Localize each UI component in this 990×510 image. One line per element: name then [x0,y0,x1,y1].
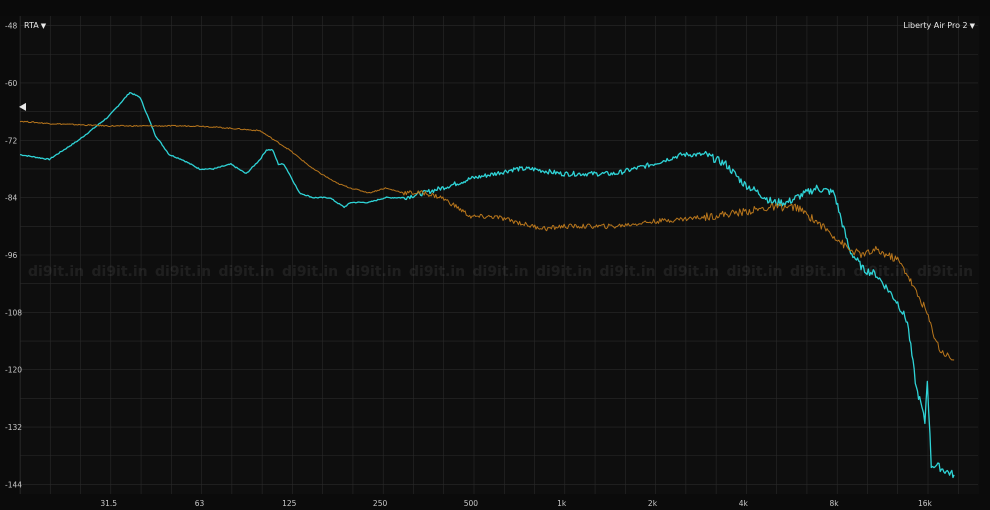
x-axis-ticks: 31.5 63 125 250 500 1k 2k 4k 8k 16k [100,499,932,508]
chevron-down-icon: ▼ [969,22,975,30]
x-tick-label: 8k [830,499,840,508]
watermark-text: di9it.in [473,264,529,280]
rta-mode-dropdown[interactable]: RTA ▼ [24,21,46,31]
y-tick-label: -96 [5,251,17,260]
watermark-text: di9it.in [155,264,211,280]
x-tick-label: 500 [464,499,479,508]
x-tick-label: 16k [918,499,933,508]
y-tick-label: -84 [5,194,17,203]
y-tick-label: -48 [5,22,17,31]
watermark-text: di9it.in [663,264,719,280]
watermark-text: di9it.in [28,264,84,280]
rta-mode-label: RTA [24,21,39,30]
watermark-text: di9it.in [282,264,338,280]
chevron-down-icon: ▼ [40,22,47,30]
watermark-text: di9it.in [600,264,656,280]
x-tick-label: 4k [739,499,749,508]
x-tick-label: 125 [282,499,297,508]
watermark-text: di9it.in [409,264,465,280]
x-tick-label: 2k [648,499,658,508]
x-tick-label: 1k [557,499,567,508]
y-tick-label: -60 [5,79,17,88]
watermark-text: di9it.in [346,264,402,280]
series-layer [19,92,955,479]
watermark-layer: di9it.in di9it.in di9it.in di9it.in di9it.in… [28,264,973,280]
device-dropdown[interactable]: Liberty Air Pro 2 ▼ [903,21,975,31]
watermark-text: di9it.in [536,264,592,280]
x-tick-label: 31.5 [100,499,117,508]
rta-chart: di9it.in di9it.in di9it.in di9it.in di9it.in… [5,16,978,508]
x-tick-label: 250 [373,499,388,508]
y-tick-label: -108 [5,308,22,317]
watermark-text: di9it.in [219,264,275,280]
device-label: Liberty Air Pro 2 [903,21,968,30]
watermark-text: di9it.in [92,264,148,280]
watermark-text: di9it.in [790,264,846,280]
y-tick-label: -120 [5,366,22,375]
y-tick-label: -144 [5,480,22,489]
x-tick-label: 63 [195,499,205,508]
y-tick-label: -132 [5,423,22,432]
grid [19,16,978,494]
series-line [19,92,955,479]
series-line [19,120,955,361]
y-axis-ticks: -48 -60 -72 -84 -96 -108 -120 -132 -144 [5,22,22,490]
watermark-text: di9it.in [917,264,973,280]
y-tick-label: -72 [5,136,17,145]
watermark-text: di9it.in [727,264,783,280]
